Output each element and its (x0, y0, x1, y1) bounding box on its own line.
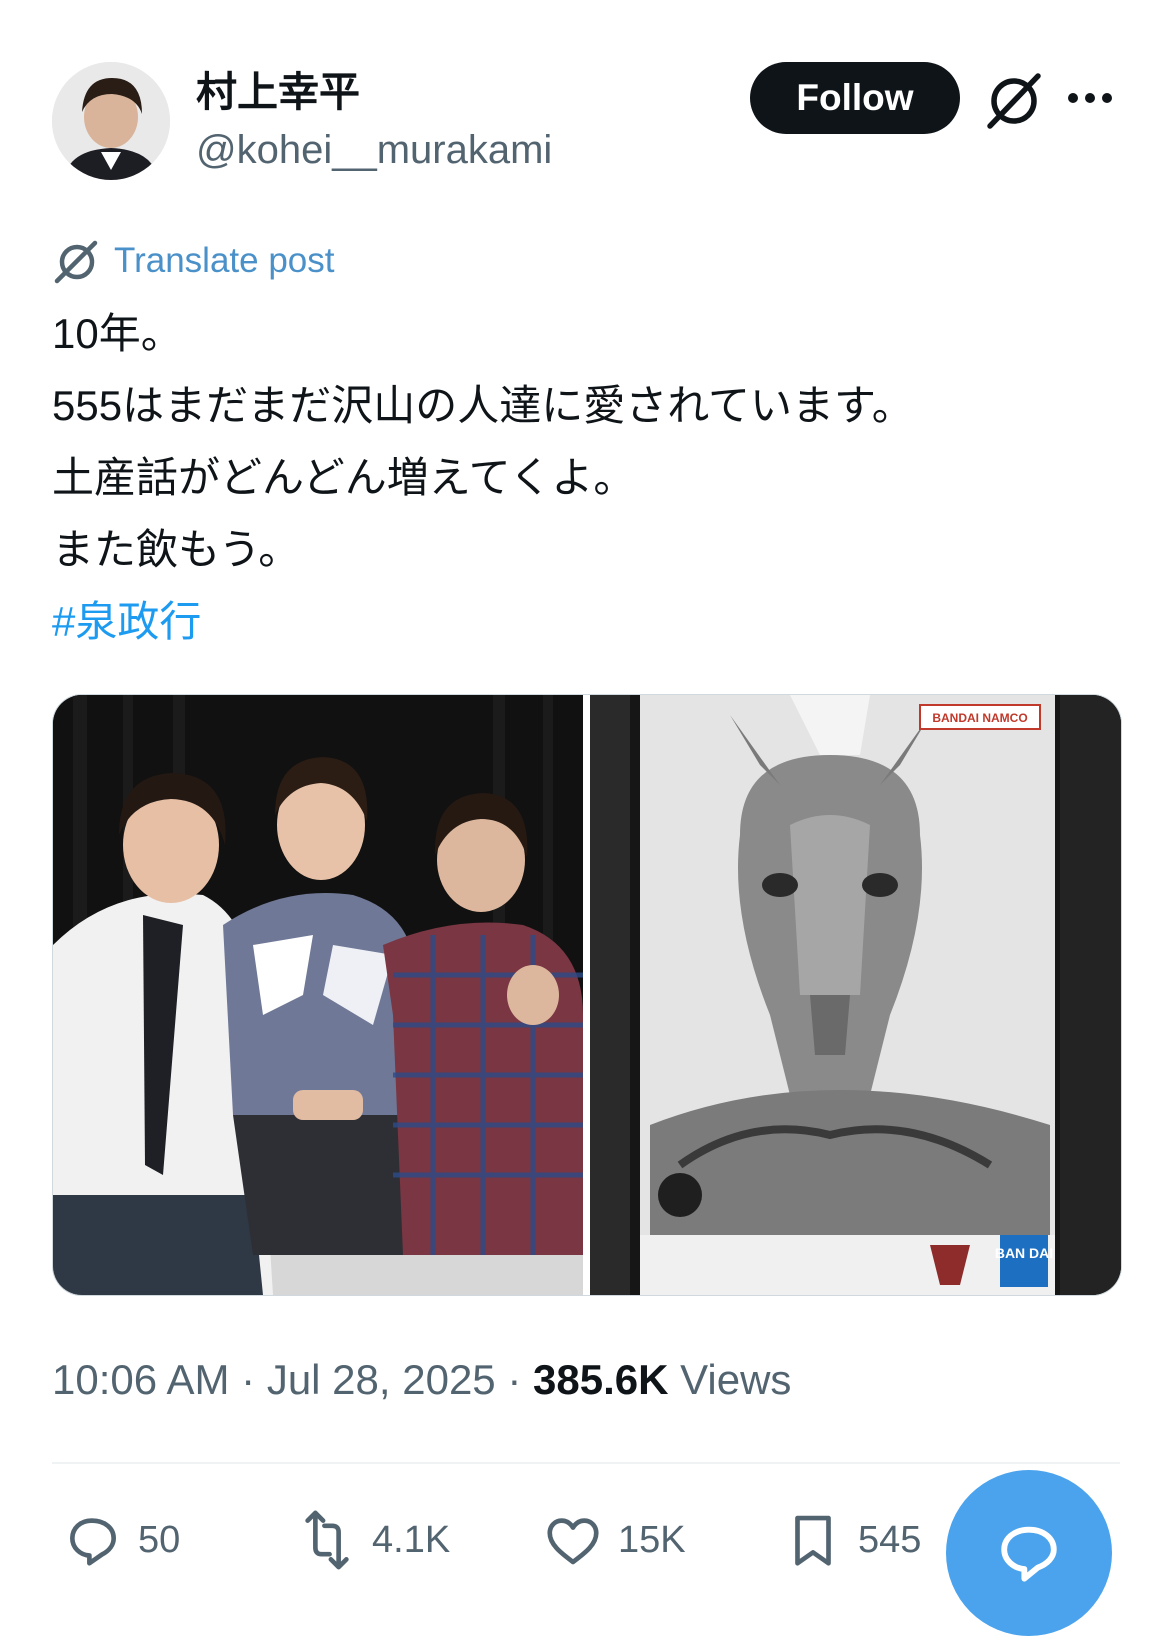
media-photo-left[interactable] (53, 695, 583, 1295)
author-avatar[interactable] (52, 62, 170, 180)
translate-post-link[interactable]: Translate post (52, 236, 334, 286)
tweet-line: 555はまだまだ沢山の人達に愛されています。 (52, 382, 914, 429)
author-display-name[interactable]: 村上幸平 (196, 68, 360, 116)
photo-three-men (53, 695, 583, 1295)
divider (52, 1462, 1120, 1464)
repost-count: 4.1K (372, 1518, 451, 1561)
separator-dot: · (507, 1356, 522, 1403)
tweet-time: 10:06 AM (52, 1356, 230, 1403)
repost-button[interactable]: 4.1K (296, 1500, 450, 1580)
figure-brand-text: BANDAI NAMCO (932, 711, 1027, 725)
tweet-line: 10年。 (52, 310, 183, 357)
separator-dot: · (241, 1356, 256, 1403)
tweet-timestamp[interactable]: 10:06 AM · Jul 28, 2025 · 385.6K Views (52, 1352, 791, 1408)
views-count: 385.6K (533, 1356, 669, 1403)
views-label: Views (680, 1356, 792, 1403)
bookmark-count: 545 (858, 1518, 922, 1561)
like-button[interactable]: 15K (542, 1500, 686, 1580)
bookmark-icon (795, 1515, 831, 1566)
like-count: 15K (618, 1518, 686, 1561)
reply-button[interactable]: 50 (62, 1500, 180, 1580)
translate-post-label: Translate post (114, 241, 335, 280)
follow-button[interactable]: Follow (750, 62, 960, 134)
repost-icon (305, 1510, 349, 1570)
grok-icon (54, 240, 98, 284)
avatar-image (52, 62, 170, 180)
more-dots-icon[interactable] (1066, 80, 1114, 116)
tweet-line: 土産話がどんどん増えてくよ。 (52, 454, 636, 501)
floating-reply-button[interactable] (946, 1470, 1112, 1636)
grok-icon[interactable] (984, 70, 1044, 130)
figure-logo-text: BAN DAI (995, 1245, 1053, 1261)
tweet-text: 10年。 555はまだまだ沢山の人達に愛されています。 土産話がどんどん増えてく… (52, 298, 1132, 658)
reply-icon (70, 1518, 116, 1566)
figure-box-horse-mask: BANDAI NAMCO BAN DAI (590, 695, 1121, 1295)
reply-count: 50 (138, 1518, 181, 1561)
bookmark-button[interactable]: 545 (782, 1500, 921, 1580)
media-gap (583, 695, 590, 1295)
media-grid: BANDAI NAMCO BAN DAI (52, 694, 1122, 1296)
tweet-line: また飲もう。 (52, 526, 301, 573)
author-handle[interactable]: @kohei__murakami (196, 126, 552, 174)
chat-bubble-icon (1001, 1526, 1057, 1582)
tweet-date: Jul 28, 2025 (266, 1356, 496, 1403)
hashtag-link[interactable]: #泉政行 (52, 586, 1132, 658)
heart-icon (547, 1518, 599, 1565)
media-photo-right[interactable]: BANDAI NAMCO BAN DAI (590, 695, 1121, 1295)
